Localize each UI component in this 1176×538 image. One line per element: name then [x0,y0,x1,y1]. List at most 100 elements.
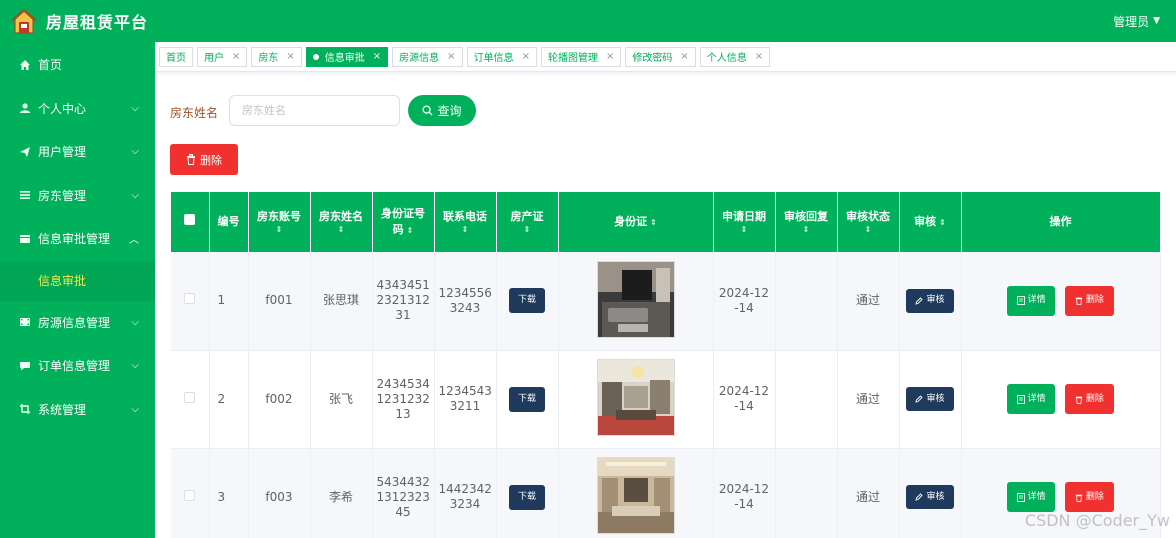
trash-icon [187,154,195,165]
sort-icon[interactable]: ⇕ [439,225,492,235]
audit-button[interactable]: 审核 [906,288,954,313]
tab-info-approval[interactable]: 信息审批 × [305,46,389,67]
sidebar-item-user-management[interactable]: 用户管理 ⌵ [0,130,155,174]
tab-home[interactable]: 首页 [159,46,193,67]
audit-button[interactable]: 审核 [906,387,954,411]
detail-button-label: 详情 [1027,491,1046,502]
close-icon[interactable]: × [606,51,614,62]
row-checkbox[interactable] [184,489,196,501]
cell-idcard-number: 4343451 2321312 31 [372,252,435,351]
tab-orders[interactable]: 订单信息 × [466,46,537,67]
sidebar-item-order-management[interactable]: 订单信息管理 ⌵ [0,344,155,388]
detail-button-label: 详情 [1027,393,1046,404]
close-icon[interactable]: × [373,51,381,62]
col-name[interactable]: 房东姓名 ⇕ [310,192,373,252]
download-button[interactable]: 下载 [509,386,545,412]
tab-listings[interactable]: 房源信息 × [392,46,463,67]
row-checkbox-cell[interactable] [171,350,210,449]
select-all-checkbox-cell[interactable] [171,192,210,252]
row-checkbox-cell[interactable] [171,252,210,351]
sidebar-item-listing-management[interactable]: 房源信息管理 ⌵ [0,301,155,345]
col-account[interactable]: 房东账号 ⇕ [248,192,311,252]
user-menu[interactable]: 管理员 ▼ [1113,0,1160,42]
sort-icon[interactable]: ⇕ [650,218,657,227]
sidebar-item-label: 订单信息管理 [38,359,111,374]
chevron-down-icon: ⌵ [131,146,139,158]
cell-idcard-number: 5434432 1312323 45 [372,448,435,538]
room-photo[interactable] [596,359,675,436]
cell-phone: 1234543 3211 [434,350,497,449]
text-line: 45 [395,504,411,519]
audit-button-label: 审核 [926,393,945,404]
sort-icon[interactable]: ⇕ [501,225,554,235]
close-icon[interactable]: × [755,51,763,62]
cell-reply [775,252,838,351]
detail-button[interactable]: 详情 [1007,285,1056,316]
crop-icon [18,402,32,416]
col-status[interactable]: 审核状态 ⇕ [837,192,900,252]
search-icon [422,105,434,116]
active-dot-icon [312,53,319,60]
delete-button-label: 删除 [1085,393,1104,404]
close-icon[interactable]: × [447,51,455,62]
detail-button[interactable]: 详情 [1007,482,1056,512]
room-photo[interactable] [596,457,675,534]
sidebar-item-home[interactable]: 首页 [0,43,155,87]
sidebar-item-personal-center[interactable]: 个人中心 ⌵ [0,87,155,131]
tab-change-password[interactable]: 修改密码 × [625,46,696,67]
sort-icon[interactable]: ⇕ [315,225,368,235]
tab-label: 订单信息 [473,53,514,64]
cell-name: 李希 [310,448,373,538]
text-line: 2024-12 [718,482,770,496]
audit-button[interactable]: 审核 [906,485,954,509]
sidebar-item-landlord-management[interactable]: 房东管理 ⌵ [0,174,155,218]
close-icon[interactable]: × [286,51,294,62]
sidebar-item-system-management[interactable]: 系统管理 ⌵ [0,388,155,432]
col-audit[interactable]: 审核 ⇕ [899,192,962,252]
col-reply[interactable]: 审核回复 ⇕ [775,192,838,252]
close-icon[interactable]: × [232,51,240,62]
tab-users[interactable]: 用户 × [197,46,248,67]
col-property-cert[interactable]: 房产证 ⇕ [496,192,559,252]
col-label: 审核 [914,214,937,228]
col-label: 审核状态 [846,210,890,223]
col-phone[interactable]: 联系电话 ⇕ [434,192,497,252]
folder-icon [18,232,32,246]
row-checkbox[interactable] [184,293,196,305]
tab-landlords[interactable]: 房东 × [251,46,302,67]
close-icon[interactable]: × [522,51,530,62]
sort-icon[interactable]: ⇕ [842,225,895,235]
col-idcard[interactable]: 身份证 ⇕ [558,192,714,252]
close-icon[interactable]: × [680,51,688,62]
sort-icon[interactable]: ⇕ [780,225,833,235]
sort-icon[interactable]: ⇕ [718,225,771,235]
text-line: 1312323 [376,489,430,504]
delete-button[interactable]: 删除 [1064,384,1114,414]
text-line: 1231232 [376,391,430,406]
download-button[interactable]: 下载 [509,288,545,314]
download-button[interactable]: 下载 [509,484,545,510]
search-button[interactable]: 查询 [408,95,476,126]
select-all-checkbox[interactable] [184,214,196,225]
detail-button[interactable]: 详情 [1007,384,1056,414]
table-row: 2 f002 张飞 2434534 1231232 13 1234543 3211 下… [171,350,1161,449]
sort-icon[interactable]: ⇕ [253,225,306,235]
delete-button[interactable]: 删除 [1064,482,1114,512]
cell-property-cert: 下载 [496,252,559,351]
tab-carousel[interactable]: 轮播图管理 × [540,46,622,67]
col-apply-date[interactable]: 申请日期 ⇕ [713,192,776,252]
sidebar-item-label: 首页 [38,58,63,73]
row-checkbox[interactable] [184,391,196,403]
room-photo[interactable] [596,260,675,338]
sidebar-subitem-info-approval[interactable]: 信息审批 [0,260,155,301]
landlord-name-input[interactable] [229,95,400,126]
sort-icon[interactable]: ⇕ [407,226,414,235]
sort-icon[interactable]: ⇕ [939,218,946,227]
sidebar-item-approval-management[interactable]: 信息审批管理 ︿ [0,217,155,261]
tab-personal-info[interactable]: 个人信息 × [699,46,771,67]
batch-delete-button[interactable]: 删除 [170,144,238,175]
row-checkbox-cell[interactable] [171,448,210,538]
tab-label: 用户 [204,53,224,64]
col-idcard-number[interactable]: 身份证号码 ⇕ [372,192,435,252]
delete-button[interactable]: 删除 [1064,285,1114,316]
